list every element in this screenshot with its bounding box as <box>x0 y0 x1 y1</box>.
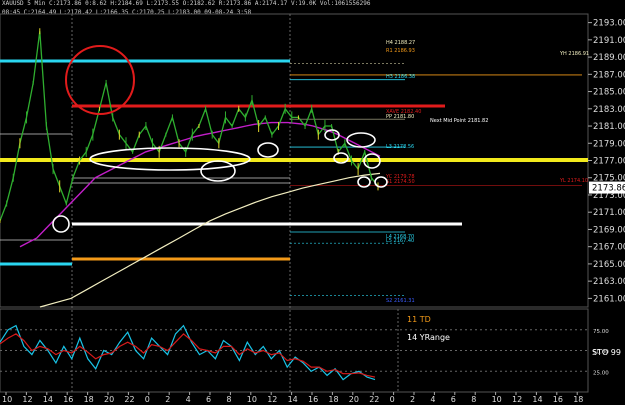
x-tick-label: 8 <box>471 395 476 404</box>
x-tick-label: 12 <box>22 395 32 404</box>
x-tick-label: 0 <box>390 395 395 404</box>
level-label: R1 2186.93 <box>386 48 415 54</box>
x-tick-label: 10 <box>492 395 502 404</box>
x-tick-label: 12 <box>267 395 277 404</box>
x-tick-label: 18 <box>84 395 94 404</box>
y-tick-label: 2165.00 <box>593 260 625 270</box>
x-tick-label: 8 <box>226 395 231 404</box>
annotation-ellipse <box>52 215 70 233</box>
indicator-label-sto: STO 99 <box>592 348 621 357</box>
x-tick-label: 16 <box>308 395 318 404</box>
level-label: S2 2161.31 <box>386 298 415 304</box>
x-tick-label: 14 <box>288 395 298 404</box>
level-label: PP 2181.80 <box>386 114 414 120</box>
y-tick-label: 2177.00 <box>593 157 625 167</box>
series-ma-long <box>39 172 381 308</box>
y-tick-label: 2179.00 <box>593 139 625 149</box>
y-tick-label: 2161.00 <box>593 294 625 304</box>
y-tick-label: 2163.00 <box>593 277 625 287</box>
indicator-label-td: 11 TD <box>407 315 431 324</box>
osc-tick-label: 25.00 <box>593 370 609 376</box>
x-tick-label: 6 <box>451 395 456 404</box>
y-tick-label: 2185.00 <box>593 88 625 98</box>
level-label: H4 2188.27 <box>386 40 415 46</box>
x-tick-label: 4 <box>430 395 435 404</box>
x-tick-label: 16 <box>63 395 73 404</box>
y-tick-label: 2167.00 <box>593 243 625 253</box>
x-tick-label: 10 <box>247 395 257 404</box>
y-tick-label: 2187.00 <box>593 70 625 80</box>
oscillator-panel-frame <box>0 308 589 393</box>
level-label: L5 2167.40 <box>386 238 414 244</box>
y-tick-label: 2171.00 <box>593 208 625 218</box>
level-label: YH 2186.91 <box>559 51 589 57</box>
x-tick-label: 2 <box>165 395 170 404</box>
series-ma-slow <box>19 121 381 248</box>
x-tick-label: 2 <box>410 395 415 404</box>
y-tick-label: 2193.00 <box>593 19 625 29</box>
osc-series-slow <box>0 333 376 378</box>
y-tick-label: 2169.00 <box>593 225 625 235</box>
annotation-circle-high <box>65 45 135 115</box>
x-tick-label: 10 <box>2 395 12 404</box>
osc-tick-label: 75.00 <box>593 329 609 335</box>
level-label: H3 2186.38 <box>386 74 415 80</box>
y-tick-label: 2191.00 <box>593 36 625 46</box>
x-tick-label: 6 <box>206 395 211 404</box>
current-price-label: 2173.86 <box>592 184 625 194</box>
level-label: YC 2179.78 <box>385 174 415 180</box>
x-tick-label: 0 <box>145 395 150 404</box>
x-tick-label: 4 <box>186 395 191 404</box>
x-tick-label: 20 <box>349 395 359 404</box>
x-tick-label: 18 <box>573 395 583 404</box>
annotation-ellipse <box>257 142 279 158</box>
y-tick-label: 2189.00 <box>593 53 625 63</box>
y-tick-label: 2183.00 <box>593 105 625 115</box>
level-label: Next Mid Point 2181.82 <box>430 118 488 124</box>
x-tick-label: 20 <box>104 395 114 404</box>
y-tick-label: 2181.00 <box>593 122 625 132</box>
x-tick-label: 12 <box>512 395 522 404</box>
x-tick-label: 22 <box>369 395 379 404</box>
annotation-ellipse <box>346 132 376 148</box>
x-tick-label: 14 <box>43 395 53 404</box>
x-tick-label: 14 <box>532 395 542 404</box>
level-label: L3 2178.56 <box>386 144 414 150</box>
x-tick-label: 18 <box>328 395 338 404</box>
price-chart: 2193.00 2191.00 2189.00 2187.00 2185.00 2183.… <box>0 13 625 404</box>
x-tick-label: 16 <box>553 395 563 404</box>
level-label: YL 2174.10 <box>559 178 588 184</box>
indicator-label-yrange: 14 YRange <box>407 333 450 342</box>
x-tick-label: 22 <box>124 395 134 404</box>
